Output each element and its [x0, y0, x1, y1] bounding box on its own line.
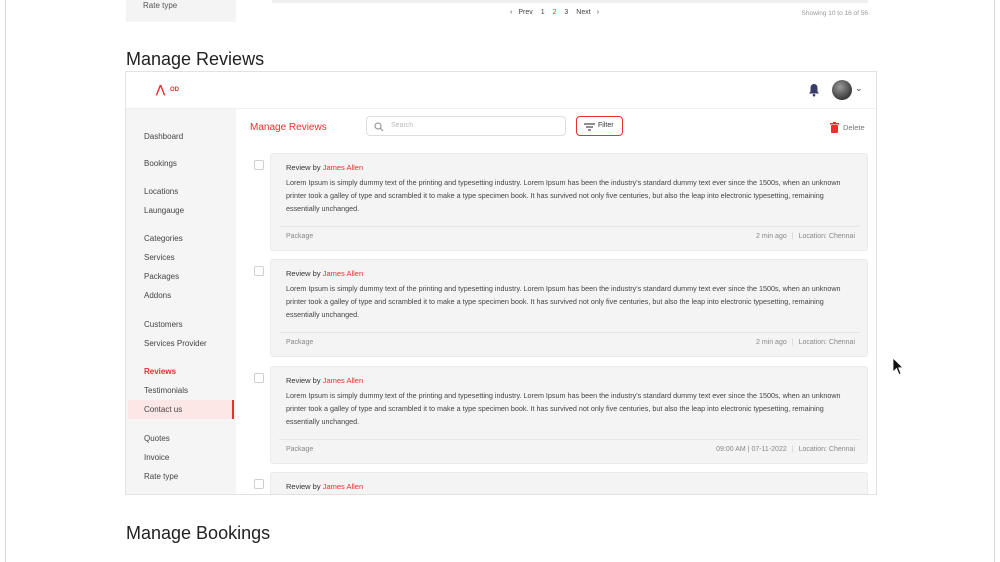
- review-by-label: Review by: [286, 269, 321, 278]
- delete-label: Delete: [843, 123, 865, 132]
- sidebar-item-customers[interactable]: Customers: [144, 320, 183, 329]
- sidebar-item-reviews[interactable]: Reviews: [144, 367, 176, 376]
- sidebar-item-locations[interactable]: Locations: [144, 187, 178, 196]
- main-content: Manage Reviews Search Filter Delete Revi…: [236, 109, 876, 494]
- delete-button[interactable]: Delete: [828, 121, 874, 135]
- review-by-label: Review by: [286, 482, 321, 491]
- showing-count-text: Showing 10 to 16 of 56: [801, 10, 869, 17]
- sidebar-item-bookings[interactable]: Bookings: [144, 159, 177, 168]
- chevron-left-icon: ‹: [510, 9, 513, 16]
- sidebar-item-quotes[interactable]: Quotes: [144, 434, 170, 443]
- page-title: Manage Reviews: [250, 122, 327, 133]
- review-author[interactable]: James Allen: [323, 482, 363, 491]
- pagination: ‹ Prev 1 2 3 Next ›: [510, 9, 605, 16]
- search-input[interactable]: Search: [366, 116, 566, 136]
- review-location: Location: Chennai: [798, 339, 855, 346]
- top-bar: ⋀ OD ⌄: [126, 72, 876, 109]
- review-location: Location: Chennai: [798, 233, 855, 240]
- chevron-right-icon: ›: [596, 9, 600, 16]
- review-time: 2 min ago: [755, 233, 787, 240]
- previous-table-remnant: ‹ Prev 1 2 3 Next › Showing 10 to 16 of 56: [272, 0, 868, 22]
- review-checkbox[interactable]: [254, 160, 264, 170]
- pagination-page-3[interactable]: 3: [564, 9, 568, 16]
- review-divider: [279, 226, 859, 227]
- sidebar-item-dashboard[interactable]: Dashboard: [144, 132, 183, 141]
- review-text: Lorem Ipsum is simply dummy text of the …: [286, 178, 841, 213]
- pagination-page-1[interactable]: 1: [541, 9, 545, 16]
- search-placeholder: Search: [391, 122, 414, 129]
- sidebar-item-categories[interactable]: Categories: [144, 234, 183, 243]
- sidebar-item-testimonials[interactable]: Testimonials: [144, 386, 188, 395]
- section-title-manage-bookings: Manage Bookings: [126, 523, 271, 543]
- review-type: Package: [286, 446, 314, 453]
- review-divider: [279, 439, 859, 440]
- avatar[interactable]: [832, 80, 852, 100]
- sidebar-item-rate-type[interactable]: Rate type: [144, 472, 178, 481]
- table-bottom-shade: [272, 0, 868, 3]
- review-author[interactable]: James Allen: [323, 163, 363, 172]
- chevron-down-icon[interactable]: ⌄: [855, 83, 863, 94]
- sidebar-item-rate-type-previous[interactable]: Rate type: [143, 1, 177, 10]
- mouse-cursor-icon: [892, 357, 904, 376]
- review-type: Package: [286, 339, 314, 346]
- review-card[interactable]: Review by James Allen Lorem Ipsum is sim…: [270, 259, 868, 357]
- page-edge-right: [994, 0, 995, 562]
- pagination-prev[interactable]: Prev: [518, 9, 532, 16]
- review-checkbox[interactable]: [254, 479, 264, 489]
- review-type: Package: [286, 233, 314, 240]
- review-byline: Review by James Allen: [286, 163, 363, 172]
- sidebar-item-packages[interactable]: Packages: [144, 272, 179, 281]
- logo-mark-icon: ⋀: [156, 84, 166, 96]
- review-card[interactable]: Review by James Allen Lorem Ipsum is sim…: [270, 366, 868, 464]
- review-meta: 09:00 AM | 07-11-2022 | Location: Chennai: [716, 446, 855, 453]
- review-byline: Review by James Allen: [286, 269, 363, 278]
- review-meta: 2 min ago | Location: Chennai: [756, 339, 855, 346]
- bell-icon[interactable]: [808, 83, 820, 97]
- review-author[interactable]: James Allen: [323, 269, 363, 278]
- review-text: Lorem Ipsum is simply dummy text of the …: [286, 284, 841, 319]
- review-meta: 2 min ago | Location: Chennai: [756, 233, 855, 240]
- filter-label: Filter: [598, 122, 614, 129]
- section-title-manage-reviews: Manage Reviews: [126, 49, 265, 69]
- app-screen-manage-reviews: ⋀ OD ⌄ Dashboard Bookings Locations Laun…: [125, 71, 877, 495]
- meta-separator: |: [791, 233, 794, 240]
- pagination-next[interactable]: Next: [576, 9, 590, 16]
- review-card[interactable]: Review by James Allen: [270, 472, 868, 494]
- pagination-page-2[interactable]: 2: [553, 9, 557, 16]
- meta-separator: |: [791, 446, 794, 453]
- review-location: Location: Chennai: [798, 446, 855, 453]
- page-edge-left: [5, 0, 6, 562]
- review-byline: Review by James Allen: [286, 376, 363, 385]
- app-logo[interactable]: ⋀ OD: [156, 83, 186, 97]
- search-icon: [374, 122, 384, 132]
- sidebar-item-services[interactable]: Services: [144, 253, 175, 262]
- review-card[interactable]: Review by James Allen Lorem Ipsum is sim…: [270, 153, 868, 251]
- review-text: Lorem Ipsum is simply dummy text of the …: [286, 391, 841, 426]
- meta-separator: |: [791, 339, 794, 346]
- sidebar-item-services-provider[interactable]: Services Provider: [144, 339, 207, 348]
- sidebar-item-language[interactable]: Laungauge: [144, 206, 184, 215]
- sidebar-item-addons[interactable]: Addons: [144, 291, 171, 300]
- filter-button[interactable]: Filter: [576, 116, 623, 136]
- sidebar: Dashboard Bookings Locations Laungauge C…: [126, 109, 236, 494]
- review-checkbox[interactable]: [254, 373, 264, 383]
- trash-icon: [830, 122, 839, 133]
- review-time: 09:00 AM | 07-11-2022: [716, 446, 787, 453]
- review-checkbox[interactable]: [254, 266, 264, 276]
- review-author[interactable]: James Allen: [323, 376, 363, 385]
- review-by-label: Review by: [286, 163, 321, 172]
- review-divider: [279, 332, 859, 333]
- sidebar-item-invoice[interactable]: Invoice: [144, 453, 169, 462]
- review-time: 2 min ago: [755, 339, 787, 346]
- filter-icon: [584, 123, 595, 131]
- review-by-label: Review by: [286, 376, 321, 385]
- review-byline: Review by James Allen: [286, 482, 363, 491]
- sidebar-item-contact-us[interactable]: Contact us: [144, 405, 182, 414]
- previous-sidebar-remnant: Rate type: [126, 0, 236, 22]
- logo-text: OD: [170, 87, 179, 93]
